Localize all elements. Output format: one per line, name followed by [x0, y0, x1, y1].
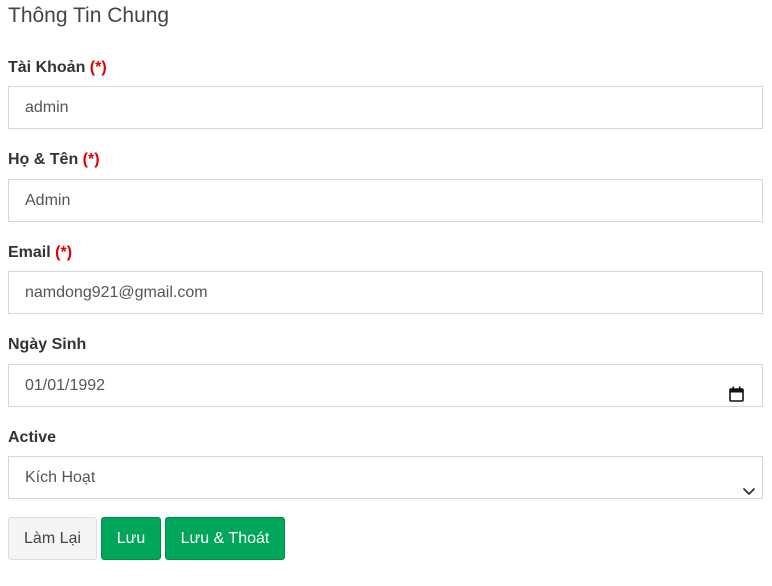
fullname-input[interactable]: Admin — [8, 179, 763, 222]
email-label: Email (*) — [8, 243, 763, 263]
reset-button[interactable]: Làm Lại — [8, 517, 97, 560]
save-button[interactable]: Lưu — [101, 517, 161, 560]
page-title: Thông Tin Chung — [8, 4, 170, 27]
chevron-down-icon — [742, 472, 756, 495]
active-select[interactable]: Kích Hoạt — [8, 456, 763, 499]
email-input-value: namdong921@gmail.com — [25, 284, 208, 301]
account-input[interactable]: admin — [8, 86, 763, 129]
save-and-exit-button[interactable]: Lưu & Thoát — [165, 517, 285, 560]
account-input-value: admin — [25, 99, 69, 116]
fullname-label: Họ & Tên (*) — [8, 150, 763, 170]
birthday-label-text: Ngày Sinh — [8, 336, 87, 353]
active-select-value: Kích Hoạt — [25, 469, 96, 486]
fullname-input-value: Admin — [25, 192, 71, 209]
active-group: Active Kích Hoạt — [8, 428, 763, 499]
active-label: Active — [8, 428, 763, 448]
account-label-text: Tài Khoản — [8, 59, 86, 76]
fullname-group: Họ & Tên (*) Admin — [8, 150, 763, 222]
fullname-label-text: Họ & Tên — [8, 151, 79, 168]
birthday-date-input[interactable]: 01/01/1992 — [8, 364, 763, 407]
calendar-icon[interactable] — [729, 377, 744, 402]
active-label-text: Active — [8, 429, 57, 446]
email-label-text: Email — [8, 244, 51, 261]
birthday-group: Ngày Sinh 01/01/1992 — [8, 335, 763, 407]
account-group: Tài Khoản (*) admin — [8, 58, 763, 129]
required-mark: (*) — [55, 244, 73, 261]
birthday-label: Ngày Sinh — [8, 335, 763, 355]
required-mark: (*) — [82, 151, 100, 168]
required-mark: (*) — [89, 59, 107, 76]
account-label: Tài Khoản (*) — [8, 58, 763, 78]
email-input[interactable]: namdong921@gmail.com — [8, 271, 763, 314]
email-group: Email (*) namdong921@gmail.com — [8, 243, 763, 314]
birthday-input-value: 01/01/1992 — [25, 377, 106, 394]
